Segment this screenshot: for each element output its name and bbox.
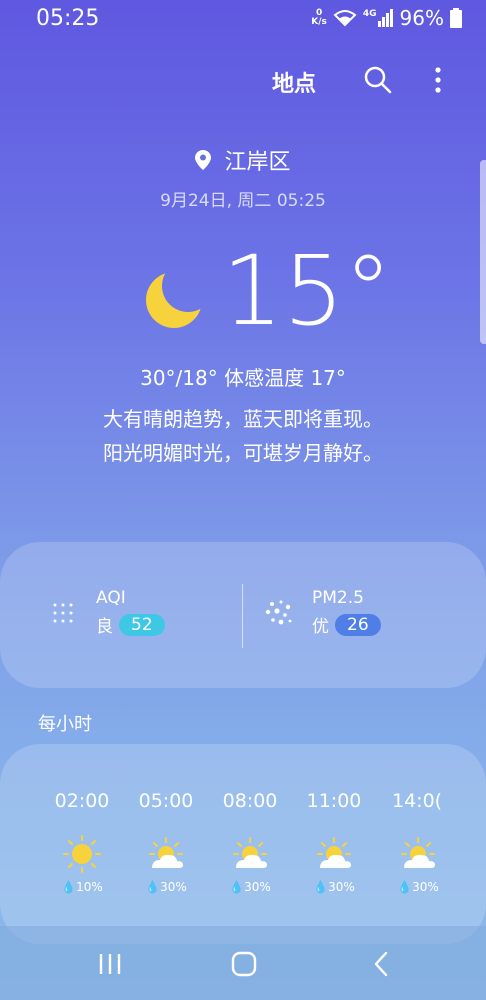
back-icon[interactable] <box>366 948 398 980</box>
hourly-time: 05:00 <box>138 790 194 812</box>
hourly-item[interactable]: 11:00 💧30% <box>292 790 376 894</box>
pm25-level: 优 <box>312 617 329 637</box>
aqi-value-badge: 52 <box>119 613 165 636</box>
hourly-item[interactable]: 02:00 💧10% <box>40 790 124 894</box>
hourly-item[interactable]: 08:00 💧30% <box>208 790 292 894</box>
hourly-precip: 💧30% <box>145 880 187 894</box>
hourly-time: 08:00 <box>222 790 278 812</box>
pm25-value-badge: 26 <box>335 613 381 636</box>
home-icon[interactable] <box>228 948 260 980</box>
cell-signal-icon: 4G <box>363 9 394 27</box>
aqi-dots-icon <box>53 603 73 622</box>
recent-apps-icon[interactable] <box>94 948 126 980</box>
hourly-section-title: 每小时 <box>38 714 92 735</box>
partly-cloudy-icon <box>398 834 438 874</box>
hourly-precip-value: 30% <box>412 880 439 894</box>
battery-percent: 96% <box>399 6 444 30</box>
status-time: 05:25 <box>36 6 100 31</box>
location-pin-icon <box>195 150 212 170</box>
hourly-precip: 💧30% <box>229 880 271 894</box>
search-icon[interactable] <box>362 64 394 96</box>
status-icons: 0 K/s 4G 96% <box>311 6 462 30</box>
partly-cloudy-icon <box>146 834 186 874</box>
aqi-label: AQI <box>96 588 126 608</box>
weather-description-line2: 阳光明媚时光，可堪岁月静好。 <box>103 441 383 465</box>
hourly-item[interactable]: 05:00 💧30% <box>124 790 208 894</box>
moon-icon <box>140 262 212 334</box>
weather-description-line1: 大有晴朗趋势，蓝天即将重现。 <box>103 407 383 431</box>
partly-cloudy-icon <box>230 834 270 874</box>
hourly-precip-value: 10% <box>76 880 103 894</box>
hourly-forecast-card[interactable]: 02:00 💧10% 05:00 💧30% 08:00 💧30% 11:00 💧… <box>0 744 486 944</box>
net-speed-unit: K/s <box>311 17 327 27</box>
status-bar: 05:25 0 K/s 4G 96% <box>0 0 486 40</box>
weather-description: 大有晴朗趋势，蓝天即将重现。 阳光明媚时光，可堪岁月静好。 <box>0 402 486 470</box>
current-location[interactable]: 江岸区 <box>0 144 486 176</box>
hourly-precip: 💧30% <box>397 880 439 894</box>
hourly-precip-value: 30% <box>244 880 271 894</box>
app-toolbar: 地点 <box>0 58 486 102</box>
locations-button[interactable]: 地点 <box>272 66 316 98</box>
pm25-dots-icon <box>265 600 292 624</box>
aqi-block[interactable]: AQI 良 52 <box>50 588 165 637</box>
pm25-label: PM2.5 <box>312 588 364 608</box>
hourly-time: 11:00 <box>306 790 362 812</box>
system-nav-bar <box>0 926 486 1000</box>
hourly-precip: 💧30% <box>313 880 355 894</box>
battery-icon <box>450 8 462 28</box>
net-speed: 0 K/s <box>311 9 327 27</box>
current-temperature: 15° <box>222 235 393 347</box>
hourly-precip: 💧10% <box>61 880 103 894</box>
air-quality-card[interactable]: AQI 良 52 PM2.5 优 26 <box>0 542 486 688</box>
more-options-icon[interactable] <box>428 64 448 96</box>
hourly-precip-value: 30% <box>160 880 187 894</box>
high-low-feels-like: 30°/18° 体感温度 17° <box>140 366 346 390</box>
location-name: 江岸区 <box>224 150 291 175</box>
pm25-block[interactable]: PM2.5 优 26 <box>264 588 381 637</box>
aqi-divider <box>242 584 243 648</box>
update-datetime: 9月24日, 周二 05:25 <box>160 191 326 211</box>
hourly-precip-value: 30% <box>328 880 355 894</box>
hourly-item[interactable]: 14:0( 💧30% <box>376 790 460 894</box>
wifi-icon <box>333 9 357 27</box>
cell-tech-label: 4G <box>362 9 377 19</box>
hourly-time: 14:0( <box>392 790 443 812</box>
partly-cloudy-icon <box>314 834 354 874</box>
hourly-time: 02:00 <box>54 790 110 812</box>
sun-icon <box>62 834 102 874</box>
aqi-level: 良 <box>96 617 113 637</box>
